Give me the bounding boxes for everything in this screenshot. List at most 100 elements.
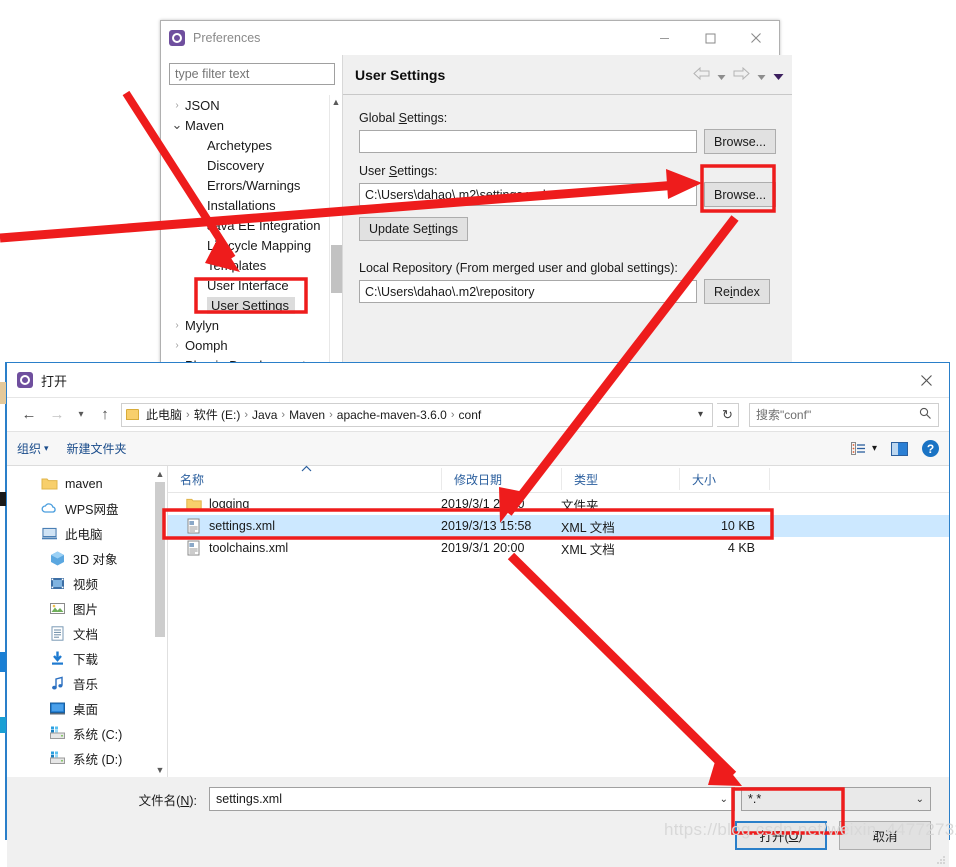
nav-item-7[interactable]: 下载 (7, 646, 167, 671)
change-view-button[interactable]: ▾ (850, 442, 877, 455)
file-row[interactable]: settings.xml 2019/3/13 15:58 XML 文档 10 KB (168, 515, 949, 537)
nav-item-9[interactable]: 桌面 (7, 696, 167, 721)
nav-item-label: WPS网盘 (65, 503, 119, 517)
tree-item-templates[interactable]: Templates (169, 255, 334, 275)
new-folder-button[interactable]: 新建文件夹 (67, 440, 127, 457)
view-menu-caret-icon[interactable] (773, 70, 784, 80)
tree-item-oomph[interactable]: › Oomph (169, 335, 334, 355)
nav-scroll-down-icon[interactable]: ▼ (153, 762, 167, 777)
file-row[interactable]: logging 2019/3/1 20:20 文件夹 (168, 493, 949, 515)
tree-item-maven[interactable]: ⌄ Maven (169, 115, 334, 135)
page-title: User Settings (355, 66, 446, 83)
chevron-right-icon[interactable]: › (169, 340, 185, 351)
tree-item-lifecycle-mapping[interactable]: Lifecycle Mapping (169, 235, 334, 255)
breadcrumb-dropdown-caret-icon[interactable]: ▾ (693, 409, 708, 420)
filename-input[interactable]: settings.xml ⌄ (209, 787, 735, 811)
column-header-type[interactable]: 类型 (561, 468, 679, 490)
close-button[interactable] (733, 21, 779, 55)
address-bar: ← → ▾ ↑ 此电脑 › 软件 (E:) › Java › Maven › apache-ma… (7, 397, 949, 431)
tree-item-discovery[interactable]: Discovery (169, 155, 334, 175)
global-settings-input[interactable] (359, 130, 697, 153)
open-dialog-title: 打开 (41, 373, 68, 389)
global-settings-label-post: ettings: (406, 111, 448, 125)
file-row[interactable]: toolchains.xml 2019/3/1 20:00 XML 文档 4 KB (168, 537, 949, 559)
nav-item-10[interactable]: 系统 (C:) (7, 721, 167, 746)
preview-pane-icon[interactable] (891, 441, 908, 456)
file-list-column-header: 名称 修改日期 类型 大小 (168, 465, 949, 493)
tree-item-user-interface[interactable]: User Interface (169, 275, 334, 295)
nav-item-4[interactable]: 视频 (7, 571, 167, 596)
column-header-size[interactable]: 大小 (679, 468, 769, 490)
back-button[interactable]: ← (17, 403, 41, 427)
tree-item-mylyn[interactable]: › Mylyn (169, 315, 334, 335)
nav-item-0[interactable]: maven (7, 471, 167, 496)
breadcrumb-item[interactable]: 此电脑 (143, 406, 185, 423)
breadcrumb-item[interactable]: Java (249, 408, 280, 422)
forward-dropdown-caret-icon[interactable] (757, 70, 766, 80)
tree-scrollbar[interactable]: ▲ (329, 95, 342, 364)
maximize-button[interactable] (687, 21, 733, 55)
minimize-button[interactable] (641, 21, 687, 55)
column-header-name[interactable]: 名称 (168, 465, 441, 490)
tree-item-user-settings[interactable]: User Settings (169, 295, 334, 315)
local-repository-row: Reindex (359, 279, 776, 304)
explorer-toolbar: 组织 ▾ 新建文件夹 ▾ ? (7, 431, 949, 465)
nav-item-label: 图片 (73, 603, 99, 617)
local-repository-input[interactable] (359, 280, 697, 303)
organize-button[interactable]: 组织 ▾ (17, 440, 49, 457)
nav-item-3[interactable]: 3D 对象 (7, 546, 167, 571)
chevron-down-icon[interactable]: ⌄ (169, 118, 185, 131)
back-arrow-icon[interactable] (693, 66, 710, 83)
nav-scrollbar-thumb[interactable] (155, 482, 165, 637)
tree-item-json[interactable]: › JSON (169, 95, 334, 115)
scroll-up-icon[interactable]: ▲ (330, 95, 342, 108)
up-one-level-button[interactable]: ↑ (93, 403, 117, 427)
preferences-tree: › JSON ⌄ Maven Archetypes Discovery Errors/War… (169, 95, 334, 375)
nav-item-2[interactable]: 此电脑 (7, 521, 167, 546)
tree-item-java-ee-integration[interactable]: Java EE Integration (169, 215, 334, 235)
refresh-button[interactable]: ↻ (717, 402, 739, 427)
reindex-button[interactable]: Reindex (704, 279, 770, 304)
breadcrumb-item[interactable]: 软件 (E:) (191, 406, 244, 423)
nav-item-8[interactable]: 音乐 (7, 671, 167, 696)
music-icon (49, 675, 66, 692)
file-type-filter-combo[interactable]: *.* ⌄ (741, 787, 931, 811)
nav-scroll-up-icon[interactable]: ▲ (153, 466, 167, 482)
update-settings-button[interactable]: Update Settings (359, 217, 468, 241)
help-icon[interactable]: ? (922, 440, 939, 457)
breadcrumb[interactable]: 此电脑 › 软件 (E:) › Java › Maven › apache-maven-3.6.… (121, 402, 713, 427)
nav-item-label: 3D 对象 (73, 553, 118, 567)
forward-arrow-icon[interactable] (733, 66, 750, 83)
user-settings-label-pre: User (359, 164, 389, 178)
nav-item-11[interactable]: 系统 (D:) (7, 746, 167, 771)
nav-item-5[interactable]: 图片 (7, 596, 167, 621)
search-input[interactable]: 搜索"conf" (756, 406, 919, 423)
nav-item-6[interactable]: 文档 (7, 621, 167, 646)
chevron-right-icon[interactable]: › (169, 320, 185, 331)
breadcrumb-item[interactable]: conf (456, 408, 485, 422)
tree-item-errors-warnings[interactable]: Errors/Warnings (169, 175, 334, 195)
open-dialog-close-button[interactable] (903, 363, 949, 397)
forward-button[interactable]: → (45, 403, 69, 427)
tree-item-label: Errors/Warnings (207, 177, 301, 193)
recent-locations-caret-icon[interactable]: ▾ (73, 403, 89, 427)
search-box[interactable]: 搜索"conf" (749, 402, 939, 427)
column-header-date[interactable]: 修改日期 (441, 468, 561, 490)
tree-item-installations[interactable]: Installations (169, 195, 334, 215)
breadcrumb-item[interactable]: Maven (286, 408, 328, 422)
resize-grip[interactable] (936, 855, 946, 865)
global-settings-browse-button[interactable]: Browse... (704, 129, 777, 154)
breadcrumb-item[interactable]: apache-maven-3.6.0 (334, 408, 450, 422)
filename-dropdown-caret-icon[interactable]: ⌄ (720, 794, 728, 805)
filter-input[interactable] (169, 63, 335, 85)
user-settings-browse-button[interactable]: Browse... (704, 182, 777, 207)
chevron-right-icon[interactable]: › (169, 100, 185, 111)
tree-item-archetypes[interactable]: Archetypes (169, 135, 334, 155)
back-dropdown-caret-icon[interactable] (717, 70, 726, 80)
user-settings-input[interactable] (359, 183, 697, 206)
filename-row: 文件名(N): settings.xml ⌄ *.* ⌄ (7, 777, 949, 811)
navigation-scrollbar[interactable]: ▲ ▼ (153, 466, 167, 777)
nav-item-1[interactable]: WPS网盘 (7, 496, 167, 521)
file-type-filter-caret-icon[interactable]: ⌄ (916, 794, 924, 805)
scrollbar-thumb[interactable] (331, 245, 342, 293)
